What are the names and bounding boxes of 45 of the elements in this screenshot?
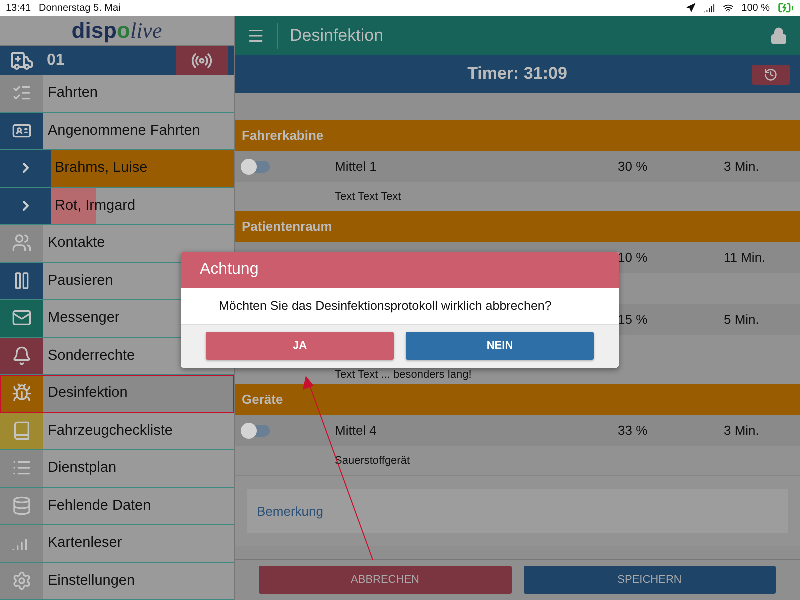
save-button[interactable]: SPEICHERN: [524, 566, 776, 594]
section-header: Fahrerkabine: [235, 120, 800, 151]
lock-icon[interactable]: [770, 26, 788, 44]
vehicle-number: 01: [47, 52, 65, 70]
concentration: 15 %: [618, 312, 648, 327]
timer-label: Timer: 31:09: [468, 64, 568, 84]
no-button[interactable]: NEIN: [406, 332, 594, 360]
signal-button[interactable]: [176, 46, 228, 75]
sidebar-item[interactable]: Einstellungen: [0, 562, 234, 600]
agent-note: Text Text ... besonders lang!: [335, 369, 472, 381]
duration: 3 Min.: [724, 423, 760, 438]
sidebar-item[interactable]: Kartenleser: [0, 525, 234, 562]
page-title: Desinfektion: [290, 26, 384, 46]
agent-name: Mittel 4: [335, 423, 377, 438]
sidebar-item[interactable]: Fehlende Daten: [0, 488, 234, 525]
section-header: Patientenraum: [235, 211, 800, 242]
dialog-title: Achtung: [181, 252, 619, 288]
duration: 11 Min.: [724, 250, 766, 265]
agent-note: Text Text Text: [335, 190, 402, 202]
concentration: 30 %: [618, 159, 648, 174]
yes-button[interactable]: JA: [206, 332, 394, 360]
wifi-icon: [722, 2, 734, 14]
duration: 3 Min.: [724, 159, 760, 174]
sidebar-subitem[interactable]: Brahms, Luise: [0, 150, 234, 188]
reset-timer-button[interactable]: [752, 65, 790, 85]
toggle-switch[interactable]: [242, 424, 270, 436]
concentration: 10 %: [618, 250, 648, 265]
duration: 5 Min.: [724, 312, 760, 327]
sidebar-item[interactable]: Fahrzeugcheckliste: [0, 412, 234, 450]
status-date: Donnerstag 5. Mai: [39, 2, 121, 14]
history-icon: [764, 68, 778, 82]
sidebar-item[interactable]: Fahrten: [0, 75, 234, 112]
remark-field[interactable]: Bemerkung: [247, 489, 788, 533]
sidebar-item[interactable]: Desinfektion: [0, 375, 234, 412]
toggle-switch[interactable]: [242, 160, 270, 172]
status-time: 13:41: [6, 2, 32, 14]
sidebar-item[interactable]: Dienstplan: [0, 450, 234, 488]
battery-percent: 100 %: [742, 2, 770, 14]
sidebar-item[interactable]: Angenommene Fahrten: [0, 112, 234, 150]
agent-name: Mittel 1: [335, 159, 377, 174]
sidebar-subitem[interactable]: Rot, Irmgard: [0, 188, 234, 225]
section-header: Geräte: [235, 384, 800, 415]
concentration: 33 %: [618, 423, 648, 438]
cancel-button[interactable]: ABBRECHEN: [259, 566, 512, 594]
location-icon: [686, 3, 696, 13]
